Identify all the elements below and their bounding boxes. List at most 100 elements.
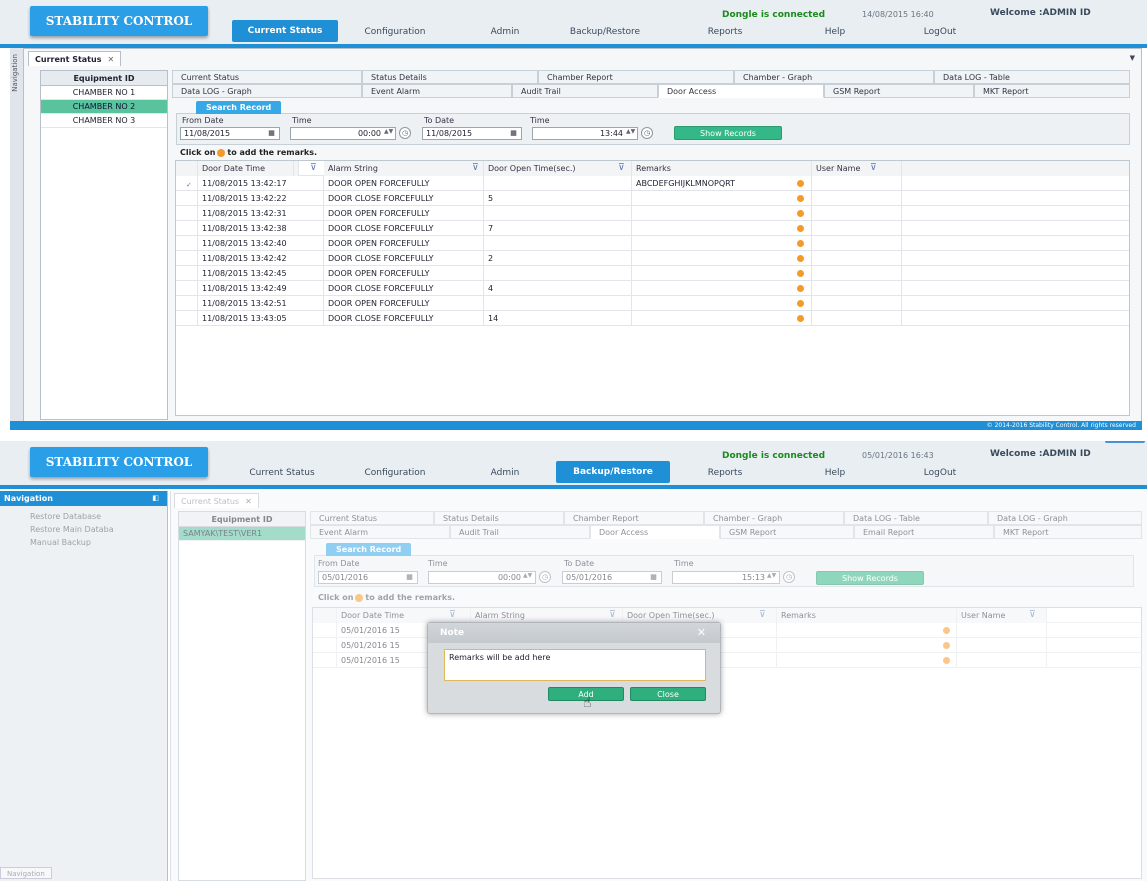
close-icon[interactable]: ✕ [245,497,252,506]
table-row[interactable]: 11/08/2015 13:43:05 DOOR CLOSE FORCEFULLY… [176,311,1129,326]
nav-help[interactable]: Help [805,22,865,42]
to-time-input[interactable]: 15:13 [672,571,780,584]
close-icon[interactable]: ✕ [697,626,706,639]
tab-data-log-table[interactable]: Data LOG - Table [934,70,1130,84]
equipment-item[interactable]: CHAMBER NO 1 [41,86,167,100]
nav-manual-backup[interactable]: Manual Backup [0,536,167,549]
col-remarks[interactable]: Remarks [632,161,812,176]
to-time-input[interactable]: 13:44 [532,127,638,140]
to-date-input[interactable]: 11/08/2015 [422,127,522,140]
clock-icon[interactable]: ◷ [539,571,551,583]
tab-chamber-report[interactable]: Chamber Report [538,70,734,84]
table-row[interactable]: 11/08/2015 13:42:51 DOOR OPEN FORCEFULLY [176,296,1129,311]
col-remarks[interactable]: Remarks [777,608,957,623]
tab-email-report[interactable]: Email Report [854,525,994,539]
tab-current-status[interactable]: Current Status [172,70,362,84]
calendar-icon[interactable]: ▦ [404,572,415,583]
filter-icon[interactable]: ⊽ [618,163,625,173]
tab-gsm-report[interactable]: GSM Report [824,84,974,98]
show-records-button[interactable]: Show Records [674,126,782,140]
tab-gsm-report[interactable]: GSM Report [720,525,854,539]
nav-reports[interactable]: Reports [695,22,755,42]
col-user-name[interactable]: User Name [812,161,902,176]
tab-door-access[interactable]: Door Access [590,525,720,539]
table-row[interactable]: 11/08/2015 13:42:38 DOOR CLOSE FORCEFULLY… [176,221,1129,236]
nav-logout[interactable]: LogOut [910,463,970,483]
scroll-up-button[interactable] [1105,441,1145,443]
navigation-collapsed[interactable]: Navigation [10,48,24,422]
nav-help[interactable]: Help [805,463,865,483]
add-remark-icon[interactable] [797,255,804,262]
tab-event-alarm[interactable]: Event Alarm [362,84,512,98]
col-alarm-string[interactable]: Alarm String [471,608,623,623]
tab-audit-trail[interactable]: Audit Trail [450,525,590,539]
nav-current-status[interactable]: Current Status [232,20,338,42]
tab-audit-trail[interactable]: Audit Trail [512,84,658,98]
add-remark-icon[interactable] [797,180,804,187]
equipment-item-selected[interactable]: SAMYAK\TEST\VER1 [179,527,305,541]
tab-chamber-report[interactable]: Chamber Report [564,511,704,525]
pin-icon[interactable]: ◧ [152,491,159,506]
tab-door-access[interactable]: Door Access [658,84,824,98]
table-row[interactable]: 11/08/2015 13:42:22 DOOR CLOSE FORCEFULLY… [176,191,1129,206]
nav-backup-restore[interactable]: Backup/Restore [560,22,650,42]
from-time-input[interactable]: 00:00 [290,127,396,140]
tab-chamber-graph[interactable]: Chamber - Graph [734,70,934,84]
close-button[interactable]: Close [630,687,706,701]
table-row[interactable]: 11/08/2015 13:42:31 DOOR OPEN FORCEFULLY [176,206,1129,221]
tab-chamber-graph[interactable]: Chamber - Graph [704,511,844,525]
clock-icon[interactable]: ◷ [783,571,795,583]
add-remark-icon[interactable] [943,657,950,664]
col-door-open-time[interactable]: Door Open Time(sec.) [484,161,632,176]
add-remark-icon[interactable] [797,270,804,277]
filter-icon[interactable]: ⊽ [472,163,479,173]
from-date-input[interactable]: 05/01/2016 [318,571,418,584]
col-door-date-time[interactable]: Door Date Time [198,161,294,176]
add-remark-icon[interactable] [943,627,950,634]
spinner-icon[interactable]: ▲▼ [767,572,776,579]
tab-data-log-table[interactable]: Data LOG - Table [844,511,988,525]
nav-backup-restore[interactable]: Backup/Restore [556,461,670,483]
nav-admin[interactable]: Admin [475,463,535,483]
tab-mkt-report[interactable]: MKT Report [974,84,1130,98]
add-remark-icon[interactable] [797,300,804,307]
tab-data-log-graph[interactable]: Data LOG - Graph [172,84,362,98]
remarks-textarea[interactable]: Remarks will be add here [444,649,706,681]
calendar-icon[interactable]: ▦ [266,128,277,139]
clock-icon[interactable]: ◷ [641,127,653,139]
tab-current-status[interactable]: Current Status [310,511,434,525]
equipment-item[interactable]: CHAMBER NO 3 [41,114,167,128]
table-row[interactable]: 11/08/2015 13:42:40 DOOR OPEN FORCEFULLY [176,236,1129,251]
table-row[interactable]: ✓ 11/08/2015 13:42:17 DOOR OPEN FORCEFULLY… [176,176,1129,191]
add-remark-icon[interactable] [797,285,804,292]
nav-restore-database[interactable]: Restore Database [0,510,167,523]
tab-status-details[interactable]: Status Details [434,511,564,525]
equipment-item-selected[interactable]: CHAMBER NO 2 [41,100,167,114]
nav-admin[interactable]: Admin [475,22,535,42]
nav-configuration[interactable]: Configuration [350,22,440,42]
table-row[interactable]: 11/08/2015 13:42:42 DOOR CLOSE FORCEFULLY… [176,251,1129,266]
col-door-open-time[interactable]: Door Open Time(sec.) [623,608,777,623]
tab-mkt-report[interactable]: MKT Report [994,525,1142,539]
spinner-icon[interactable]: ▲▼ [384,128,393,135]
col-alarm-string[interactable]: Alarm String [324,161,484,176]
filter-icon[interactable]: ⊽ [1029,610,1036,620]
filter-icon[interactable]: ⊽ [609,610,616,620]
nav-reports[interactable]: Reports [695,463,755,483]
clock-icon[interactable]: ◷ [399,127,411,139]
from-time-input[interactable]: 00:00 [428,571,536,584]
nav-configuration[interactable]: Configuration [350,463,440,483]
spinner-icon[interactable]: ▲▼ [626,128,635,135]
nav-logout[interactable]: LogOut [910,22,970,42]
add-remark-icon[interactable] [797,315,804,322]
add-remark-icon[interactable] [797,195,804,202]
tab-current-status-open[interactable]: Current Status ✕ [174,493,259,508]
calendar-icon[interactable]: ▦ [648,572,659,583]
tab-current-status-open[interactable]: Current Status ✕ [28,51,122,66]
nav-restore-main-database[interactable]: Restore Main Databa [0,523,167,536]
show-records-button[interactable]: Show Records [816,571,924,585]
filter-icon[interactable]: ⊽ [870,163,877,173]
add-remark-icon[interactable] [797,240,804,247]
calendar-icon[interactable]: ▦ [508,128,519,139]
add-remark-icon[interactable] [797,210,804,217]
